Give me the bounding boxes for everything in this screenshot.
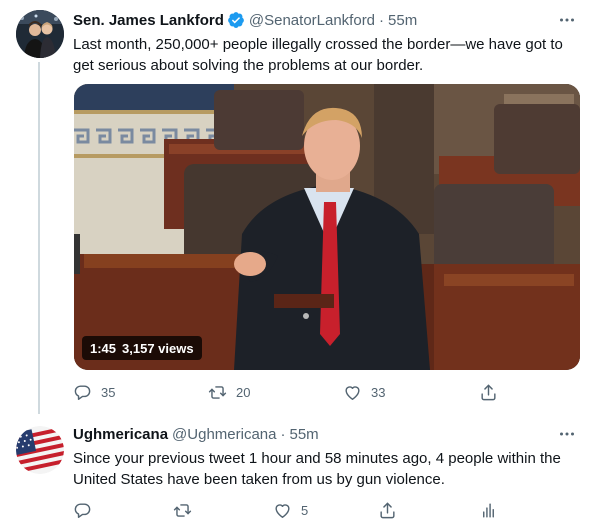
retweet-icon xyxy=(173,503,192,517)
share-icon xyxy=(481,384,496,400)
retweet-icon xyxy=(208,385,227,399)
reply-button[interactable]: 35 xyxy=(73,380,115,404)
tweet-senator[interactable]: Sen. James Lankford @SenatorLankford · 5… xyxy=(0,0,595,414)
analytics-button[interactable] xyxy=(479,498,498,522)
tweet-actions: 5 xyxy=(73,498,513,522)
tweet-reply[interactable]: Ughmericana @Ughmericana · 55m Since you… xyxy=(0,412,595,530)
timestamp[interactable]: 55m xyxy=(289,426,318,443)
avatar[interactable] xyxy=(16,10,64,58)
thread-line xyxy=(38,62,40,414)
tweet-actions: 35 20 33 xyxy=(73,380,513,404)
video-player[interactable]: 1:45 3,157 views xyxy=(74,84,580,370)
more-icon[interactable] xyxy=(557,10,577,30)
video-badge: 1:45 3,157 views xyxy=(82,336,202,360)
author-name[interactable]: Sen. James Lankford xyxy=(73,12,224,29)
separator-dot: · xyxy=(379,11,385,29)
like-count: 5 xyxy=(301,502,309,518)
share-icon xyxy=(380,502,395,518)
separator-dot: · xyxy=(280,425,286,443)
avatar-flag xyxy=(16,426,64,474)
avatar-photo xyxy=(16,10,64,58)
tweet-header: Ughmericana @Ughmericana · 55m xyxy=(73,424,319,444)
reply-icon xyxy=(74,384,91,400)
avatar[interactable] xyxy=(16,426,64,474)
reply-icon xyxy=(74,502,91,518)
video-frame xyxy=(74,84,580,370)
analytics-icon xyxy=(483,502,494,518)
reply-count: 35 xyxy=(101,384,116,400)
share-button[interactable] xyxy=(479,380,498,404)
like-count: 33 xyxy=(371,384,386,400)
like-button[interactable]: 5 xyxy=(273,498,308,522)
video-views: 3,157 views xyxy=(122,340,194,356)
author-handle[interactable]: @Ughmericana xyxy=(172,426,276,443)
tweet-header: Sen. James Lankford @SenatorLankford · 5… xyxy=(73,10,417,30)
reply-button[interactable] xyxy=(73,498,92,522)
retweet-button[interactable]: 20 xyxy=(208,380,250,404)
like-button[interactable]: 33 xyxy=(343,380,385,404)
share-button[interactable] xyxy=(378,498,397,522)
more-icon[interactable] xyxy=(557,424,577,444)
timestamp[interactable]: 55m xyxy=(388,12,417,29)
retweet-button[interactable] xyxy=(173,498,192,522)
author-handle[interactable]: @SenatorLankford xyxy=(249,12,375,29)
video-duration: 1:45 xyxy=(90,340,117,356)
retweet-count: 20 xyxy=(236,384,251,400)
tweet-text: Since your previous tweet 1 hour and 58 … xyxy=(73,450,561,488)
verified-icon xyxy=(227,11,245,29)
like-icon xyxy=(275,503,290,518)
tweet-text: Last month, 250,000+ people illegally cr… xyxy=(73,36,563,74)
like-icon xyxy=(345,385,360,400)
author-name[interactable]: Ughmericana xyxy=(73,426,168,443)
